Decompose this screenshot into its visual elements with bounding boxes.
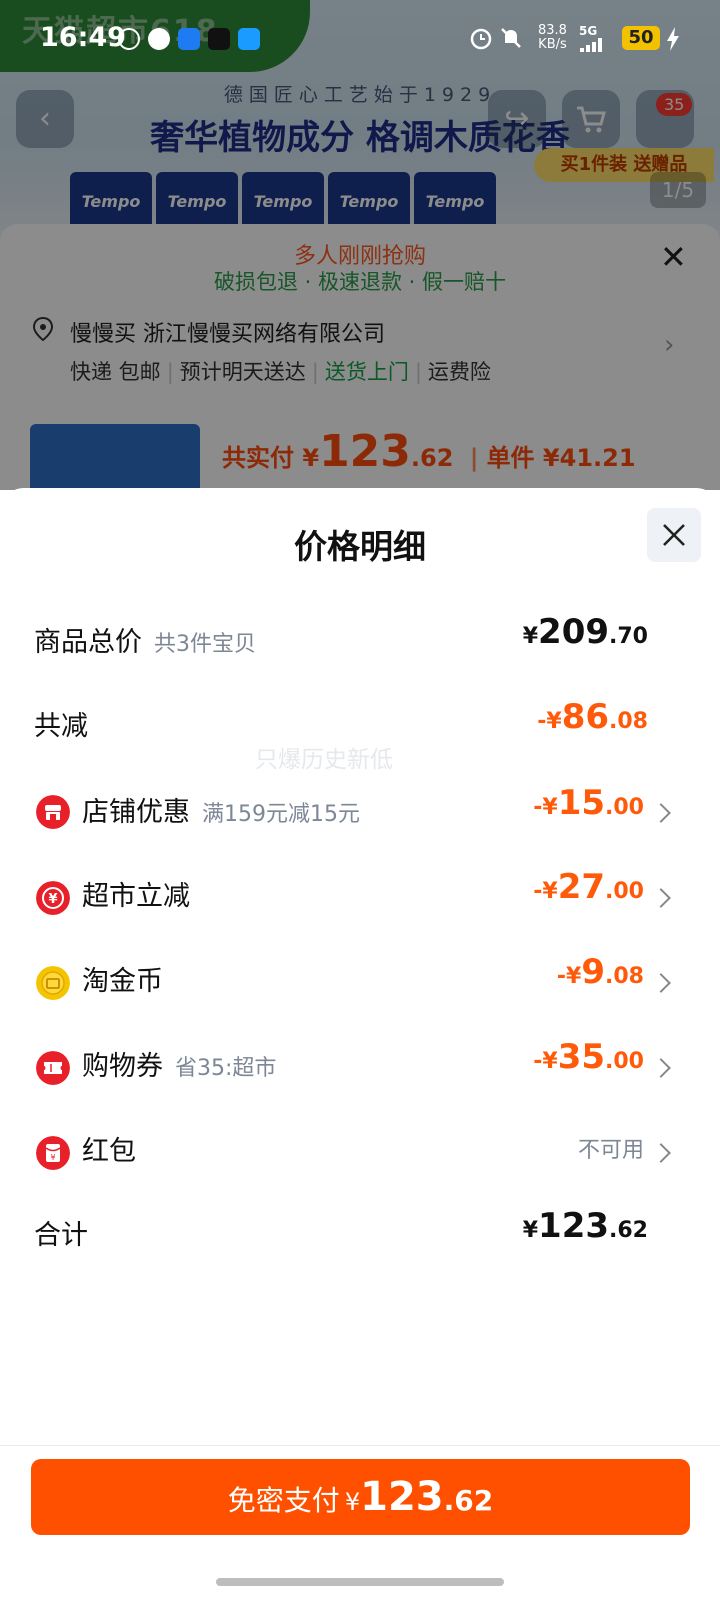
amount-dec: .08 xyxy=(605,964,644,989)
app-notification-icon xyxy=(238,28,260,50)
total-discount-amount: -¥86.08 xyxy=(537,697,648,737)
pay-button-amount-dec: .62 xyxy=(443,1484,494,1517)
total-discount-label: 共减 xyxy=(34,711,88,742)
subtotal-label: 合计 xyxy=(34,1220,88,1251)
currency-symbol: -¥ xyxy=(537,709,562,734)
store-discount-amount: -¥15.00 xyxy=(533,783,644,823)
pay-button-amount-int: 123 xyxy=(360,1474,444,1520)
coin-icon xyxy=(36,966,70,1000)
network-speed-value: 83.8 xyxy=(538,23,567,38)
market-discount-amount: -¥27.00 xyxy=(533,867,644,907)
currency-symbol: -¥ xyxy=(533,1049,558,1074)
amount-dec: .00 xyxy=(605,1049,644,1074)
amount-int: 35 xyxy=(557,1037,606,1077)
svg-text:¥: ¥ xyxy=(48,892,57,907)
watermark: 只爆历史新低 xyxy=(255,747,393,773)
charging-icon xyxy=(667,27,679,51)
amount-dec: .08 xyxy=(609,709,648,734)
red-packet-icon: ¥ xyxy=(36,1136,70,1170)
voucher-amount: -¥35.00 xyxy=(533,1037,644,1077)
amount-int: 209 xyxy=(538,612,610,652)
password-free-pay-button[interactable]: 免密支付 ¥123.62 xyxy=(31,1459,690,1535)
close-button[interactable] xyxy=(647,508,701,562)
amount-int: 86 xyxy=(561,697,610,737)
messenger-app-icon xyxy=(178,28,200,50)
alarm-icon xyxy=(470,28,492,50)
gold-coin-amount: -¥9.08 xyxy=(557,952,644,992)
red-packet-status: 不可用 xyxy=(577,1138,644,1163)
close-icon xyxy=(663,524,685,546)
pay-button-currency: ¥ xyxy=(344,1488,361,1516)
amount-dec: .70 xyxy=(609,624,648,649)
gold-coin-label: 淘金币 xyxy=(82,966,163,997)
network-speed: 83.8 KB/s xyxy=(538,24,567,52)
currency-symbol: -¥ xyxy=(533,795,558,820)
amount-int: 123 xyxy=(538,1206,610,1246)
currency-symbol: -¥ xyxy=(533,879,558,904)
tiktok-icon xyxy=(208,28,230,50)
currency-symbol: ¥ xyxy=(522,1218,539,1243)
amount-dec: .00 xyxy=(605,879,644,904)
currency-symbol: -¥ xyxy=(556,964,582,989)
battery-level: 50 xyxy=(622,26,660,50)
subtotal-amount: ¥123.62 xyxy=(523,1206,648,1246)
red-packet-label: 红包 xyxy=(82,1136,136,1167)
total-goods-label: 商品总价 xyxy=(34,627,142,658)
network-type: 5G xyxy=(579,24,598,38)
amount-dec: .00 xyxy=(605,795,644,820)
amount-int: 15 xyxy=(557,783,606,823)
weibo-icon xyxy=(118,28,140,50)
sheet-title: 价格明细 xyxy=(294,527,426,566)
store-discount-label: 店铺优惠 xyxy=(82,797,190,828)
voucher-detail: 省35:超市 xyxy=(175,1056,277,1081)
currency-symbol: ¥ xyxy=(522,624,539,649)
amount-dec: .62 xyxy=(609,1218,648,1243)
ticket-icon xyxy=(36,1051,70,1085)
network-speed-unit: KB/s xyxy=(538,37,567,52)
signal-icon xyxy=(580,38,602,52)
market-discount-label: 超市立减 xyxy=(82,881,190,912)
yuan-icon: ¥ xyxy=(36,881,70,915)
total-goods-amount: ¥209.70 xyxy=(523,612,648,652)
home-indicator[interactable] xyxy=(216,1578,504,1586)
wechat-icon xyxy=(148,28,170,50)
voucher-text: 购物券 省35:超市 xyxy=(82,1044,276,1083)
total-goods-count: 共3件宝贝 xyxy=(154,632,256,657)
status-time: 16:49 xyxy=(40,22,126,53)
mute-icon xyxy=(501,28,521,48)
amount-int: 9 xyxy=(581,952,606,992)
modal-overlay[interactable] xyxy=(0,0,720,490)
amount-int: 27 xyxy=(557,867,606,907)
pay-button-label: 免密支付 xyxy=(227,1484,340,1517)
store-icon xyxy=(36,795,70,829)
store-discount-text: 店铺优惠 满159元减15元 xyxy=(82,790,360,829)
voucher-label: 购物券 xyxy=(82,1051,163,1082)
svg-text:¥: ¥ xyxy=(50,1153,55,1162)
footer-divider xyxy=(0,1445,720,1446)
total-goods-row: 商品总价 共3件宝贝 xyxy=(34,620,256,659)
store-discount-rule: 满159元减15元 xyxy=(202,802,360,827)
